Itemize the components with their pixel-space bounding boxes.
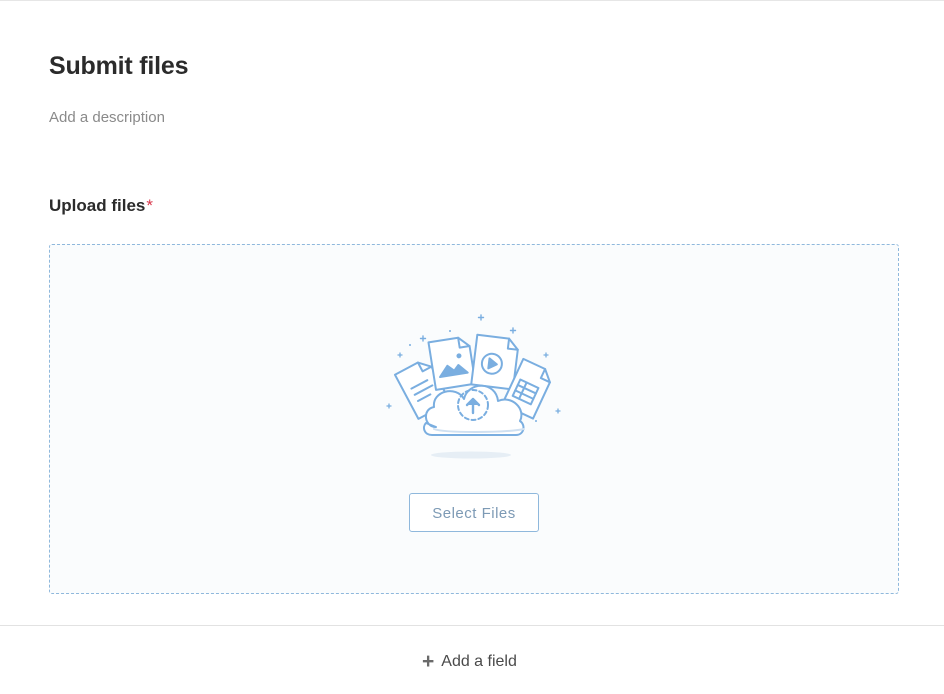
- add-field-label: Add a field: [441, 653, 517, 670]
- required-marker: *: [146, 196, 153, 215]
- form-description[interactable]: Add a description: [49, 108, 165, 128]
- file-dropzone[interactable]: Select Files: [49, 244, 899, 594]
- upload-field-label: Upload files*: [49, 195, 153, 217]
- plus-icon: +: [422, 650, 435, 673]
- select-files-button[interactable]: Select Files: [409, 493, 539, 532]
- form-page: Submit files Add a description Upload fi…: [0, 0, 944, 694]
- footer-divider: [0, 625, 944, 626]
- cloud-upload-files-illustration: [386, 314, 561, 459]
- add-field-button[interactable]: + Add a field: [422, 651, 517, 673]
- upload-field-label-text: Upload files: [49, 196, 146, 215]
- form-title[interactable]: Submit files: [49, 50, 188, 82]
